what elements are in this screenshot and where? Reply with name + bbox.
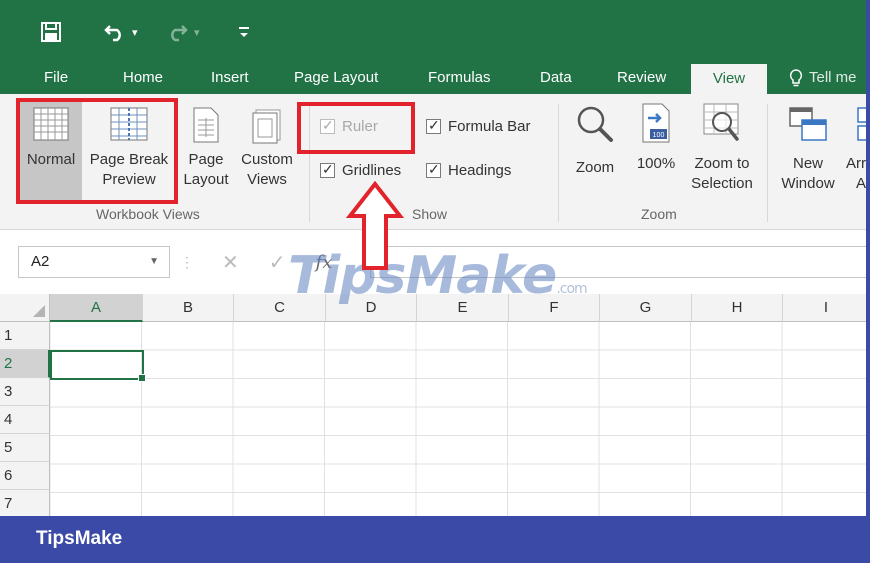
column-header-g[interactable]: G [600,294,692,322]
gridlines-checkbox[interactable]: Gridlines [320,161,402,179]
name-box[interactable]: A2 ▼ [18,246,170,278]
custom-views-label-1: Custom [241,151,293,168]
row-header-5[interactable]: 5 [0,434,50,462]
tab-view[interactable]: View [691,64,767,94]
formula-bar-checkbox[interactable]: Formula Bar [426,117,531,135]
column-header-i[interactable]: I [783,294,870,322]
group-separator [767,104,768,222]
headings-label: Headings [448,162,512,179]
cancel-icon[interactable]: ✕ [222,250,239,275]
page-layout-button[interactable]: Page Layout [178,102,234,202]
up-arrow-icon [346,180,404,270]
new-window-label-1: New [792,155,823,172]
vertical-dots-icon: ⋮ [180,253,194,270]
formula-bar-label: Formula Bar [448,118,531,135]
workbook-views-group-label: Workbook Views [96,206,200,222]
formula-bar-checkbox-box [426,117,441,134]
tab-review[interactable]: Review [617,62,666,94]
new-window-icon [789,107,827,141]
tell-me-search[interactable]: Tell me [789,62,857,94]
zoom-to-selection-button[interactable]: Zoom to Selection [684,102,760,202]
zoom-group-label: Zoom [641,206,677,222]
save-icon[interactable] [40,20,62,44]
lightbulb-icon [789,69,803,87]
zoom-to-selection-label-2: Selection [691,175,753,192]
tab-page-layout[interactable]: Page Layout [294,62,378,94]
new-window-label-2: Window [781,175,835,192]
customize-icon[interactable] [238,20,250,44]
zoom-100-icon: 100 [642,103,670,143]
footer-banner: TipsMake [0,516,870,563]
row-header-4[interactable]: 4 [0,406,50,434]
page-layout-label-1: Page [188,151,224,168]
tab-home[interactable]: Home [123,62,163,94]
zoom-100-label: 100% [636,155,676,172]
show-group-label: Show [412,206,448,222]
ribbon-tabs: File Home Insert Page Layout Formulas Da… [0,62,870,94]
workbook-views-highlight [16,98,178,204]
custom-views-icon [252,109,281,144]
row-header-7[interactable]: 7 [0,490,50,516]
tipsmake-watermark: TipsMake.com [288,246,588,306]
zoom-100-button[interactable]: 100 100% [630,102,682,202]
column-header-a[interactable]: A [50,294,143,322]
cell-area[interactable] [50,322,870,516]
custom-views-label-2: Views [247,171,287,188]
redo-icon[interactable]: ▾ [166,20,200,44]
title-bar: ▾ ▾ [0,0,870,62]
tab-formulas[interactable]: Formulas [428,62,491,94]
footer-brand: TipsMake [36,528,123,549]
worksheet-grid: A B C D E F G H I 1 2 3 4 5 6 7 [0,294,870,516]
tab-file[interactable]: File [44,62,68,94]
tab-insert[interactable]: Insert [211,62,249,94]
headings-checkbox[interactable]: Headings [426,161,512,179]
page-layout-icon [193,107,219,143]
gridlines-checkbox-box [320,161,335,178]
headings-checkbox-box [426,161,441,178]
chevron-down-icon[interactable]: ▼ [149,247,159,277]
magnifier-icon [577,106,613,142]
new-window-button[interactable]: New Window [774,102,842,202]
column-header-h[interactable]: H [692,294,783,322]
row-header-2[interactable]: 2 [0,350,50,378]
page-layout-label-2: Layout [183,171,229,188]
zoom-to-selection-label-1: Zoom to [694,155,750,172]
row-header-6[interactable]: 6 [0,462,50,490]
right-edge-accent [866,0,870,516]
custom-views-button[interactable]: Custom Views [236,102,298,202]
group-separator [558,104,559,222]
ruler-highlight [297,102,415,154]
row-header-3[interactable]: 3 [0,378,50,406]
zoom-button[interactable]: Zoom [566,102,624,202]
zoom-to-selection-icon [703,103,739,141]
active-cell-a2[interactable] [50,350,146,382]
name-box-value: A2 [31,253,50,270]
row-header-1[interactable]: 1 [0,322,50,350]
gridlines-label: Gridlines [342,162,402,179]
select-all-corner[interactable] [0,294,50,322]
svg-text:100: 100 [653,132,665,139]
watermark-text: TipsMake [288,246,557,306]
undo-icon[interactable]: ▾ [104,20,138,44]
tell-me-label: Tell me [809,69,857,86]
column-header-b[interactable]: B [143,294,234,322]
watermark-suffix: .com [556,281,587,297]
zoom-label: Zoom [575,159,615,176]
enter-icon[interactable]: ✓ [269,250,286,275]
tab-data[interactable]: Data [540,62,572,94]
